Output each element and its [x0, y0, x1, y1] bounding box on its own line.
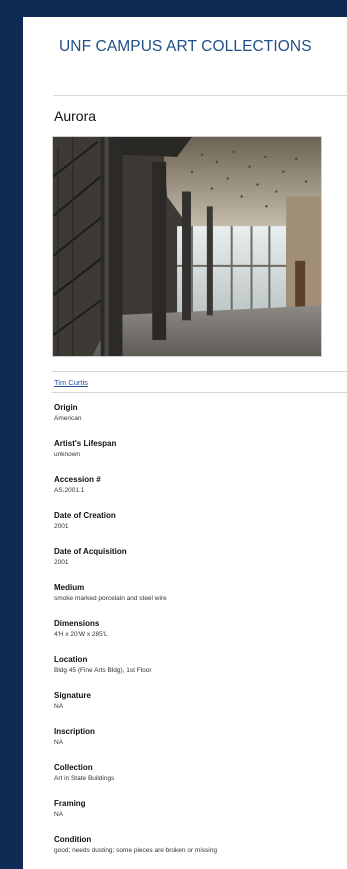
detail-framing: Framing NA — [54, 799, 339, 835]
detail-value: good; needs dusting; some pieces are bro… — [54, 847, 217, 854]
artist-link[interactable]: Tim Curtis — [54, 378, 88, 387]
detail-value: NA — [54, 811, 64, 818]
detail-label: Medium — [54, 583, 85, 592]
detail-value: 4'H x 20'W x 285'L — [54, 631, 108, 638]
detail-value: smoke marked porcelain and steel wire — [54, 595, 167, 602]
detail-value: 2001 — [54, 523, 69, 530]
detail-artist-lifespan: Artist's Lifespan unknown — [54, 439, 339, 475]
artist-row: Tim Curtis — [52, 371, 347, 393]
detail-inscription: Inscription NA — [54, 727, 339, 763]
detail-label: Framing — [54, 799, 86, 808]
detail-label: Collection — [54, 763, 93, 772]
detail-value: Bldg 45 (Fine Arts Bldg), 1st Floor — [54, 667, 152, 674]
detail-medium: Medium smoke marked porcelain and steel … — [54, 583, 339, 619]
detail-label: Location — [54, 655, 88, 664]
site-title[interactable]: UNF CAMPUS ART COLLECTIONS — [59, 38, 312, 56]
detail-dimensions: Dimensions 4'H x 20'W x 285'L — [54, 619, 339, 655]
detail-location: Location Bldg 45 (Fine Arts Bldg), 1st F… — [54, 655, 339, 691]
detail-date-of-creation: Date of Creation 2001 — [54, 511, 339, 547]
detail-label: Inscription — [54, 727, 95, 736]
detail-value: NA — [54, 739, 64, 746]
content-panel: UNF CAMPUS ART COLLECTIONS Aurora Tim Cu… — [23, 17, 347, 869]
detail-origin: Origin American — [54, 403, 339, 439]
detail-accession: Accession # AS.2001.1 — [54, 475, 339, 511]
detail-value: Art in State Buildings — [54, 775, 115, 782]
detail-collection: Collection Art in State Buildings — [54, 763, 339, 799]
detail-label: Accession # — [54, 475, 101, 484]
artwork-photo-image — [53, 137, 321, 356]
detail-condition: Condition good; needs dusting; some piec… — [54, 835, 339, 869]
detail-label: Artist's Lifespan — [54, 439, 117, 448]
detail-value: American — [54, 415, 82, 422]
detail-value: unknown — [54, 451, 81, 458]
detail-label: Date of Creation — [54, 511, 116, 520]
detail-label: Origin — [54, 403, 78, 412]
artwork-title: Aurora — [54, 108, 97, 124]
detail-label: Signature — [54, 691, 91, 700]
detail-value: AS.2001.1 — [54, 487, 85, 494]
detail-label: Date of Acquisition — [54, 547, 127, 556]
detail-value: 2001 — [54, 559, 69, 566]
header-divider — [53, 95, 347, 96]
details-list: Origin American Artist's Lifespan unknow… — [54, 403, 339, 869]
detail-label: Dimensions — [54, 619, 100, 628]
detail-signature: Signature NA — [54, 691, 339, 727]
detail-date-of-acquisition: Date of Acquisition 2001 — [54, 547, 339, 583]
artwork-photo[interactable] — [52, 136, 322, 357]
detail-label: Condition — [54, 835, 92, 844]
detail-value: NA — [54, 703, 64, 710]
